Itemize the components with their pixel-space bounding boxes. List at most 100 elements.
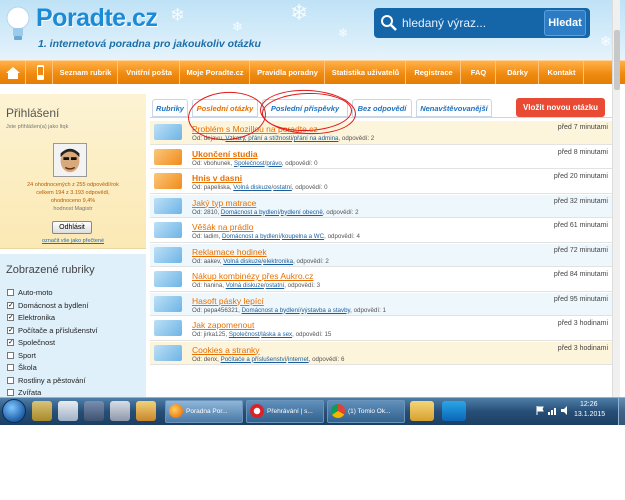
topic-checkbox[interactable]: ✓ xyxy=(7,326,14,334)
mobile-icon[interactable] xyxy=(27,61,53,84)
question-time: před 20 minutami xyxy=(553,173,608,180)
question-meta: Od: denx, Počítače a příslušenství/inter… xyxy=(192,355,345,363)
task-opera[interactable]: Přehrávání | s... xyxy=(246,400,324,423)
question-row[interactable]: Jak zapomenout Od: jirka125, Společnost/… xyxy=(150,317,614,341)
show-desktop-button[interactable] xyxy=(618,398,625,425)
category-link[interactable]: Počítače a příslušenství xyxy=(221,356,287,363)
question-time: před 61 minutami xyxy=(553,222,608,229)
subcategory-link[interactable]: bydlení obecně xyxy=(281,209,323,216)
subcategory-link[interactable]: právo xyxy=(266,160,281,167)
start-button[interactable] xyxy=(2,399,26,423)
category-link[interactable]: Společnost xyxy=(229,331,260,338)
subcategory-link[interactable]: ostatní xyxy=(273,184,292,191)
question-row[interactable]: Cookies a stranky Od: denx, Počítače a p… xyxy=(150,341,614,365)
notepad-icon[interactable] xyxy=(110,401,130,421)
opera-icon xyxy=(250,404,264,418)
question-row[interactable]: Reklamace hodinek Od: aakev, Volná disku… xyxy=(150,243,614,267)
documents-icon[interactable] xyxy=(58,401,78,421)
nav-item-faq[interactable]: FAQ xyxy=(462,61,496,84)
windows-taskbar: Poradna Por... Přehrávání | s... (1) Tom… xyxy=(0,397,625,425)
volume-icon[interactable] xyxy=(561,406,571,415)
topic-checkbox[interactable] xyxy=(7,289,14,296)
subcategory-link[interactable]: ostatní xyxy=(266,282,285,289)
logout-button[interactable]: Odhlásit xyxy=(52,221,92,234)
topics-title: Zobrazené rubriky xyxy=(6,264,95,276)
topic-checkbox[interactable]: ✓ xyxy=(7,339,14,346)
nav-item-statistika[interactable]: Statistika uživatelů xyxy=(326,61,406,84)
mark-all-read-link[interactable]: označit vše jako přečtené xyxy=(0,238,146,244)
nav-item-rubriky[interactable]: Seznam rubrik xyxy=(54,61,118,84)
category-link[interactable]: Domácnost a bydlení xyxy=(222,233,280,240)
topic-checkbox[interactable] xyxy=(7,351,14,359)
new-question-button[interactable]: Vložit novou otázku xyxy=(516,98,605,117)
question-row[interactable]: Hasoft pásky lepící Od: pepa456321, Domá… xyxy=(150,292,614,316)
category-link[interactable]: Společnost xyxy=(234,160,265,167)
category-link[interactable]: Domácnost a bydlení xyxy=(242,307,300,314)
subcategory-link[interactable]: výstavba a stavby xyxy=(301,307,350,314)
page-scrollbar[interactable] xyxy=(612,0,620,397)
topic-checkbox[interactable]: ✓ xyxy=(7,301,14,309)
question-title[interactable]: Věšák na prádlo xyxy=(192,222,253,232)
tab-nenavstevovanejsi[interactable]: Nenavštěvovanější xyxy=(416,99,492,117)
question-title[interactable]: Jaký typ matrace xyxy=(192,198,256,208)
question-row[interactable]: Ukončení studia Od: vbohunek, Společnost… xyxy=(150,145,614,169)
action-center-icon[interactable] xyxy=(536,406,544,415)
home-icon[interactable] xyxy=(0,61,26,84)
question-title[interactable]: Hasoft pásky lepící xyxy=(192,296,264,306)
category-link[interactable]: Domácnost a bydlení xyxy=(221,209,279,216)
question-row[interactable]: Hnis v dasni Od: papeliska, Volná diskuz… xyxy=(150,170,614,194)
topic-checkbox[interactable] xyxy=(7,389,14,396)
subcategory-link[interactable]: elektronika xyxy=(263,258,293,265)
explorer-icon[interactable] xyxy=(32,401,52,421)
snowflake-icon: ❄ xyxy=(338,26,349,40)
category-link[interactable]: Volná diskuze xyxy=(223,258,261,265)
subcategory-link[interactable]: koupelna a WC xyxy=(282,233,324,240)
search-button[interactable]: Hledat xyxy=(544,10,586,36)
topic-checkbox[interactable]: ✓ xyxy=(7,314,14,321)
nav-item-registrace[interactable]: Registrace xyxy=(407,61,461,84)
question-type-icon xyxy=(154,197,182,214)
question-row[interactable]: Jaký typ matrace Od: 2810, Domácnost a b… xyxy=(150,194,614,218)
task-chrome[interactable]: (1) Tomio Ok... xyxy=(327,400,405,423)
program-icon[interactable] xyxy=(84,401,104,421)
subcategory-link[interactable]: přání na admina xyxy=(294,135,339,142)
question-title[interactable]: Nákup kombinézy přes Aukro.cz xyxy=(192,271,313,281)
avatar[interactable] xyxy=(53,143,87,177)
subcategory-link[interactable]: internet xyxy=(288,356,309,363)
nav-item-kontakt[interactable]: Kontakt xyxy=(540,61,584,84)
subcategory-link[interactable]: láska a sex xyxy=(261,331,292,338)
topic-checkbox[interactable] xyxy=(7,364,14,371)
topics-panel: Zobrazené rubriky Auto-moto ✓ Domácnost a… xyxy=(0,254,146,406)
category-link[interactable]: Volná diskuze xyxy=(226,282,264,289)
question-row[interactable]: Nákup kombinézy přes Aukro.cz Od: hanina… xyxy=(150,268,614,292)
nav-item-posta[interactable]: Vnitřní pošta xyxy=(119,61,180,84)
question-row[interactable]: Věšák na prádlo Od: ladim, Domácnost a b… xyxy=(150,219,614,243)
question-title[interactable]: Ukončení studia xyxy=(192,149,258,159)
clock-time[interactable]: 12:26 xyxy=(580,401,598,408)
login-panel: Přihlášení Jste přihlášen(a) jako ltqk 2… xyxy=(0,94,146,249)
question-title[interactable]: Cookies a stranky xyxy=(192,345,260,355)
question-time: před 84 minutami xyxy=(553,271,608,278)
nav-item-darky[interactable]: Dárky xyxy=(497,61,539,84)
network-icon[interactable] xyxy=(548,406,558,415)
tab-bez-odpovedi[interactable]: Bez odpovědí xyxy=(352,99,412,117)
question-meta: Od: pepa456321, Domácnost a bydlení/výst… xyxy=(192,306,386,314)
question-title[interactable]: Reklamace hodinek xyxy=(192,247,267,257)
question-type-icon xyxy=(154,246,182,263)
topic-checkbox[interactable] xyxy=(7,376,14,384)
clock-date[interactable]: 13.1.2015 xyxy=(574,411,605,418)
tab-rubriky[interactable]: Rubriky xyxy=(152,99,188,117)
folder-icon[interactable] xyxy=(410,401,434,421)
question-title[interactable]: Hnis v dasni xyxy=(192,173,242,183)
task-firefox[interactable]: Poradna Por... xyxy=(165,400,243,423)
search-input[interactable] xyxy=(402,14,540,32)
nav-item-pravidla[interactable]: Pravidla poradny xyxy=(251,61,325,84)
site-logo[interactable]: Poradte.cz xyxy=(36,4,158,33)
nav-item-moje[interactable]: Moje Poradte.cz xyxy=(181,61,250,84)
category-link[interactable]: Volná diskuze xyxy=(233,184,271,191)
paint-icon[interactable] xyxy=(136,401,156,421)
question-title[interactable]: Jak zapomenout xyxy=(192,320,254,330)
scrollbar-thumb[interactable] xyxy=(614,30,620,90)
teamviewer-icon[interactable] xyxy=(442,401,466,421)
question-time: před 8 minutami xyxy=(557,148,608,156)
